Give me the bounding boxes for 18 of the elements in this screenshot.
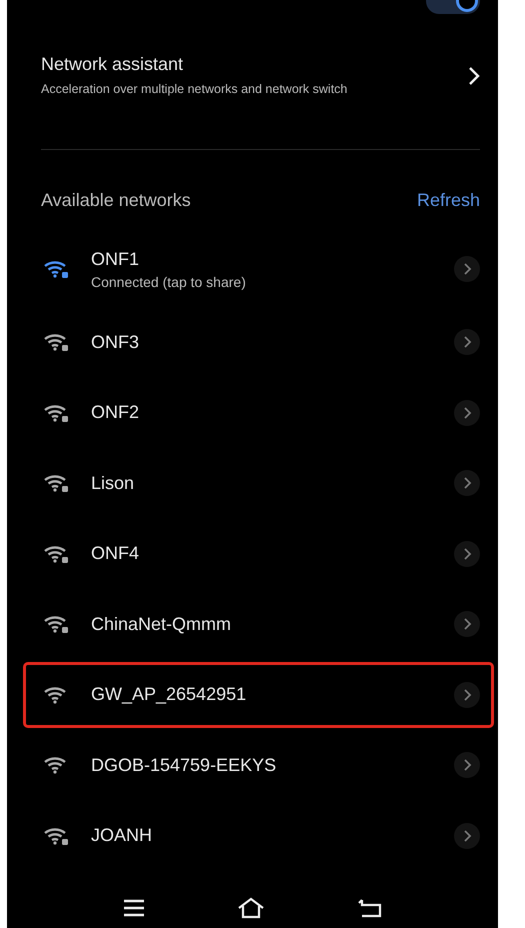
menu-icon[interactable] xyxy=(123,899,146,917)
network-name[interactable]: GW_AP_26542951 xyxy=(91,684,454,706)
network-name[interactable]: Lison xyxy=(91,472,454,494)
network-name[interactable]: ONF1 xyxy=(91,248,454,270)
network-name[interactable]: ChinaNet-Qmmm xyxy=(91,614,454,635)
network-status: Connected (tap to share) xyxy=(91,274,247,290)
refresh-link[interactable]: Refresh xyxy=(416,190,480,211)
network-name[interactable]: ONF4 xyxy=(91,543,454,564)
network-assistant-title[interactable]: Network assistant xyxy=(41,54,448,75)
network-assistant-description: Acceleration over multiple networks and network switch xyxy=(41,81,348,97)
network-name[interactable]: ONF3 xyxy=(91,332,454,353)
network-name[interactable]: JOANH xyxy=(91,825,454,846)
network-name[interactable]: ONF2 xyxy=(91,402,454,424)
section-heading: Available networks xyxy=(41,190,191,211)
back-icon[interactable] xyxy=(358,898,382,918)
chevron-right-icon[interactable] xyxy=(468,66,480,86)
network-name[interactable]: DGOB-154759-EEKYS xyxy=(91,754,454,776)
home-icon[interactable] xyxy=(237,897,266,919)
